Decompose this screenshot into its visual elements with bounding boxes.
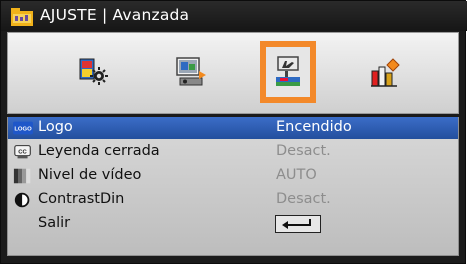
menu-item-label: Nivel de vídeo: [38, 167, 142, 183]
menu-item-value[interactable]: Desact.: [276, 191, 331, 207]
tab-display[interactable]: [163, 41, 219, 103]
svg-text:CC: CC: [18, 149, 27, 155]
menu-item-logo[interactable]: LOGO Logo Encendido: [8, 117, 458, 139]
closed-caption-icon: CC: [14, 145, 31, 159]
setup-folder-icon: [11, 8, 33, 26]
menu-item-dynamic-contrast[interactable]: ContrastDin Desact.: [8, 189, 458, 211]
tab-setup[interactable]: [260, 41, 316, 103]
menu-item-video-level[interactable]: Nivel de vídeo AUTO: [8, 165, 458, 187]
menu-item-value[interactable]: AUTO: [276, 167, 317, 183]
title-bar: AJUSTE | Avanzada: [1, 1, 467, 31]
menu-panel: LOGO Logo Encendido CC Leyenda cerrada D…: [7, 117, 459, 256]
menu-item-exit[interactable]: Salir: [8, 213, 458, 235]
setup-hand-icon: [276, 56, 300, 86]
menu-item-label: Salir: [38, 215, 71, 231]
menu-item-label: Logo: [38, 119, 73, 135]
menu-item-label: Leyenda cerrada: [38, 143, 160, 159]
logo-badge-text: LOGO: [14, 127, 32, 133]
menu-item-value[interactable]: Desact.: [276, 143, 331, 159]
menu-item-label: ContrastDin: [38, 191, 125, 207]
osd-window: AJUSTE | Avanzada LOGO Logo Encendido CC…: [0, 0, 467, 264]
window-title: AJUSTE | Avanzada: [40, 6, 190, 24]
display-settings-icon: [176, 57, 206, 86]
menu-item-value[interactable]: Encendido: [276, 119, 352, 135]
tab-options[interactable]: [357, 41, 413, 103]
enter-arrow-icon: [282, 219, 311, 229]
tab-image-settings[interactable]: [66, 41, 122, 103]
image-settings-icon: [79, 58, 108, 85]
contrast-icon: [14, 192, 30, 208]
menu-item-closed-caption[interactable]: CC Leyenda cerrada Desact.: [8, 141, 458, 163]
logo-icon: LOGO: [13, 121, 33, 135]
tab-bar: [7, 32, 459, 114]
options-icon: [371, 58, 400, 87]
video-level-icon: [13, 168, 31, 184]
enter-key-icon[interactable]: [275, 215, 321, 233]
